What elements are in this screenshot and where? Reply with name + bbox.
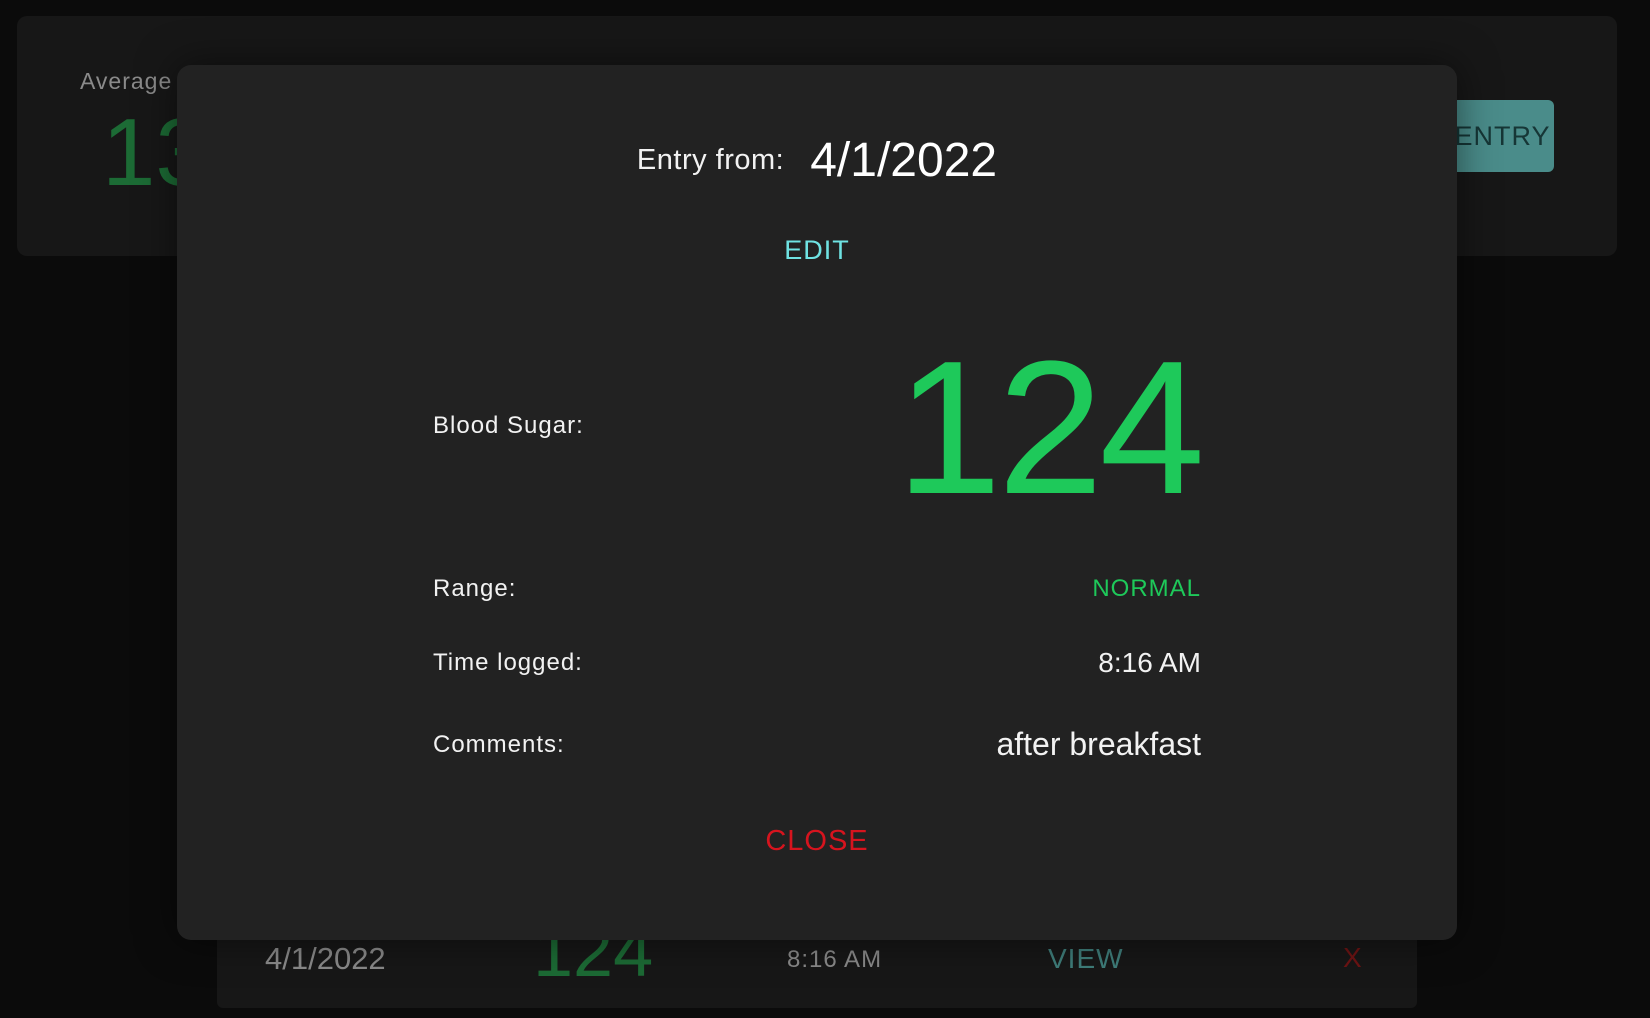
time-logged-value: 8:16 AM: [1098, 647, 1201, 678]
blood-sugar-label: Blood Sugar:: [433, 412, 584, 439]
entry-row-date: 4/1/2022: [265, 941, 386, 976]
average-label: Average: [80, 68, 173, 94]
view-entry-button[interactable]: VIEW: [1048, 943, 1124, 975]
time-logged-label: Time logged:: [433, 649, 583, 676]
entry-date: 4/1/2022: [810, 134, 998, 187]
comments-value: after breakfast: [996, 726, 1201, 762]
range-status-badge: NORMAL: [1092, 575, 1201, 602]
edit-button[interactable]: EDIT: [177, 235, 1457, 266]
delete-entry-button[interactable]: X: [1343, 942, 1362, 974]
entry-detail-modal: Entry from: 4/1/2022 EDIT Blood Sugar: 12…: [177, 65, 1457, 940]
entry-from-label: Entry from:: [636, 144, 785, 176]
comments-label: Comments:: [433, 731, 565, 758]
close-button[interactable]: CLOSE: [177, 825, 1457, 858]
range-label: Range:: [433, 575, 517, 602]
app-page: Average 13 NEW ENTRY 4/1/2022 124 8:16 A…: [0, 0, 1650, 1018]
blood-sugar-value: 124: [895, 322, 1205, 534]
modal-header: Entry from: 4/1/2022: [177, 133, 1457, 188]
entry-row-time: 8:16 AM: [787, 946, 883, 973]
